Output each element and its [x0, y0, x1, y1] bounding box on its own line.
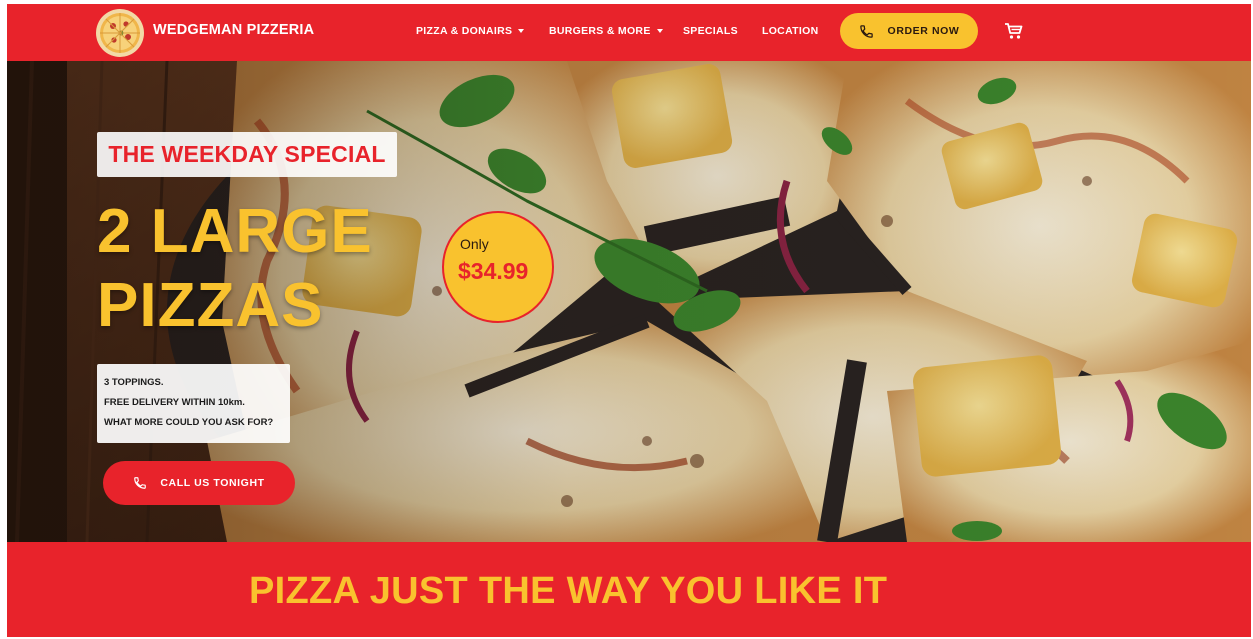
nav-location[interactable]: LOCATION	[762, 25, 818, 37]
offer-details: 3 TOPPINGS. FREE DELIVERY WITHIN 10km. W…	[97, 364, 290, 443]
nav-pizza-donairs[interactable]: PIZZA & DONAIRS	[416, 25, 525, 37]
brand-name[interactable]: WEDGEMAN PIZZERIA	[153, 22, 314, 38]
price-value: $34.99	[458, 258, 529, 284]
hero-headline-line-2: PIZZAS	[97, 271, 324, 340]
top-navigation: WEDGEMAN PIZZERIA PIZZA & DONAIRS BURGER…	[7, 4, 1251, 61]
nav-pizza-donairs-label: PIZZA & DONAIRS	[416, 25, 513, 37]
order-now-label: ORDER NOW	[887, 25, 960, 37]
chevron-down-icon	[656, 29, 663, 33]
price-badge: Only $34.99	[442, 211, 554, 323]
detail-line: WHAT MORE COULD YOU ASK FOR?	[104, 417, 274, 428]
nav-location-label: LOCATION	[762, 25, 819, 37]
hero-headline-line-1: 2 LARGE	[97, 197, 373, 266]
nav-specials-label: SPECIALS	[683, 25, 738, 37]
chevron-down-icon	[518, 29, 525, 33]
hero-section: THE WEEKDAY SPECIAL 2 LARGE PIZZAS Only …	[7, 61, 1251, 542]
phone-icon	[859, 24, 873, 38]
nav-burgers-more[interactable]: BURGERS & MORE	[549, 25, 663, 37]
call-us-label: CALL US TONIGHT	[160, 477, 265, 489]
tagline-banner: PIZZA JUST THE WAY YOU LIKE IT	[7, 542, 1251, 637]
weekday-special-tag: THE WEEKDAY SPECIAL	[97, 132, 397, 177]
price-prefix: Only	[460, 236, 489, 252]
detail-line: FREE DELIVERY WITHIN 10km.	[104, 397, 245, 408]
order-now-button[interactable]: ORDER NOW	[840, 13, 978, 49]
nav-burgers-more-label: BURGERS & MORE	[549, 25, 651, 37]
cart-icon[interactable]	[1004, 22, 1024, 40]
call-us-button[interactable]: CALL US TONIGHT	[103, 461, 295, 505]
phone-icon	[134, 477, 147, 489]
pizza-logo-icon[interactable]	[95, 8, 145, 58]
page-frame: WEDGEMAN PIZZERIA PIZZA & DONAIRS BURGER…	[7, 4, 1251, 637]
detail-line: 3 TOPPINGS.	[104, 377, 164, 388]
nav-specials[interactable]: SPECIALS	[683, 25, 738, 37]
tagline-text: PIZZA JUST THE WAY YOU LIKE IT	[249, 570, 888, 612]
